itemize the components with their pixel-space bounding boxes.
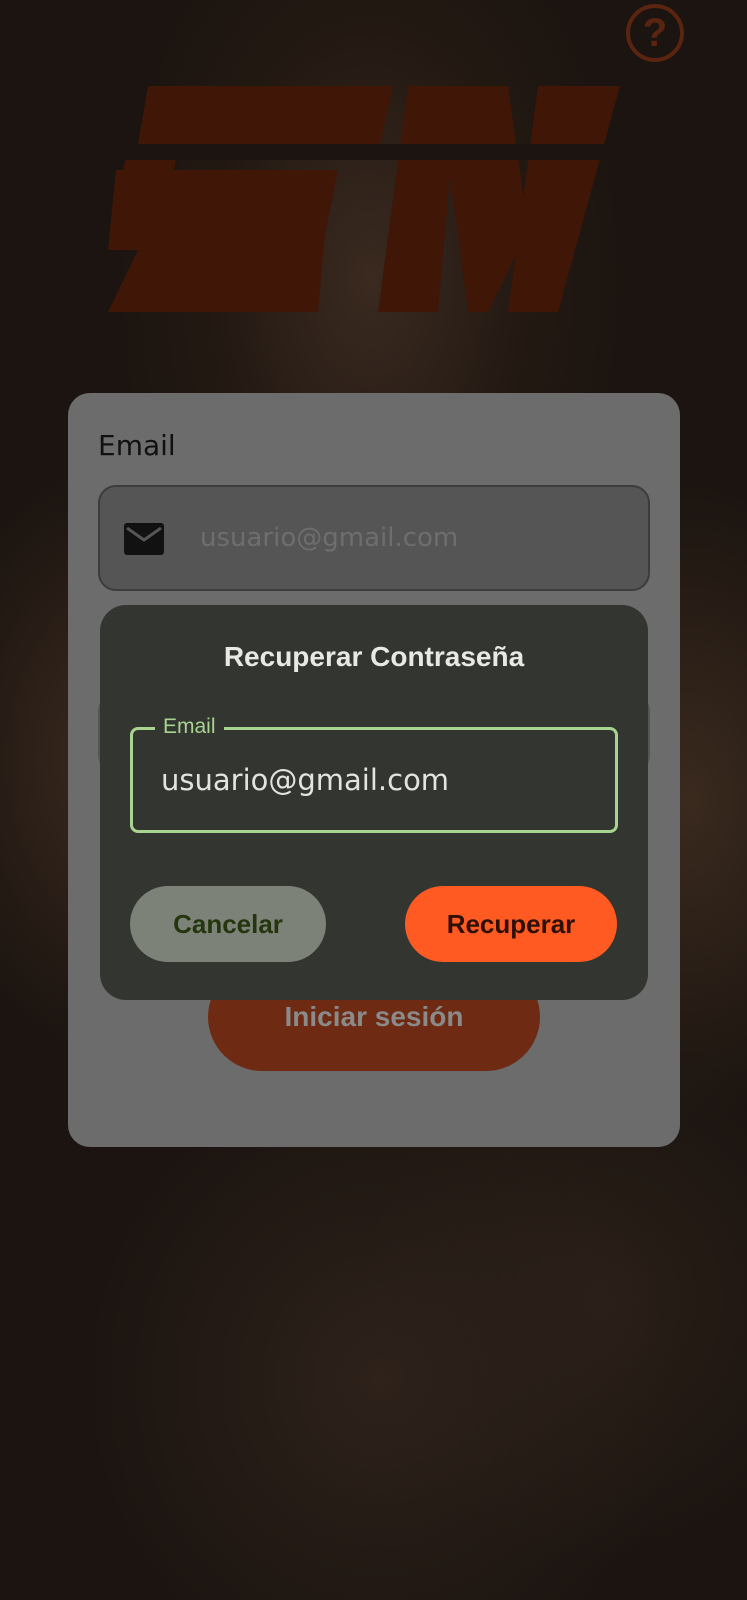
email-placeholder: usuario@gmail.com xyxy=(200,523,459,553)
recover-email-input[interactable] xyxy=(161,758,601,802)
dialog-title: Recuperar Contraseña xyxy=(223,641,525,672)
envelope-icon xyxy=(124,523,164,555)
question-icon: ? xyxy=(642,11,668,55)
recover-password-dialog: Recuperar Contraseña Email Cancelar Recu… xyxy=(100,605,648,1000)
cancel-button[interactable]: Cancelar xyxy=(130,886,326,962)
recover-button[interactable]: Recuperar xyxy=(405,886,617,962)
help-button[interactable]: ? xyxy=(626,4,684,62)
recover-email-field[interactable]: Email xyxy=(130,715,618,833)
app-logo xyxy=(108,86,638,312)
recover-email-label: Email xyxy=(155,715,224,739)
email-label: Email xyxy=(98,429,176,462)
email-input-box[interactable]: usuario@gmail.com xyxy=(98,485,650,591)
